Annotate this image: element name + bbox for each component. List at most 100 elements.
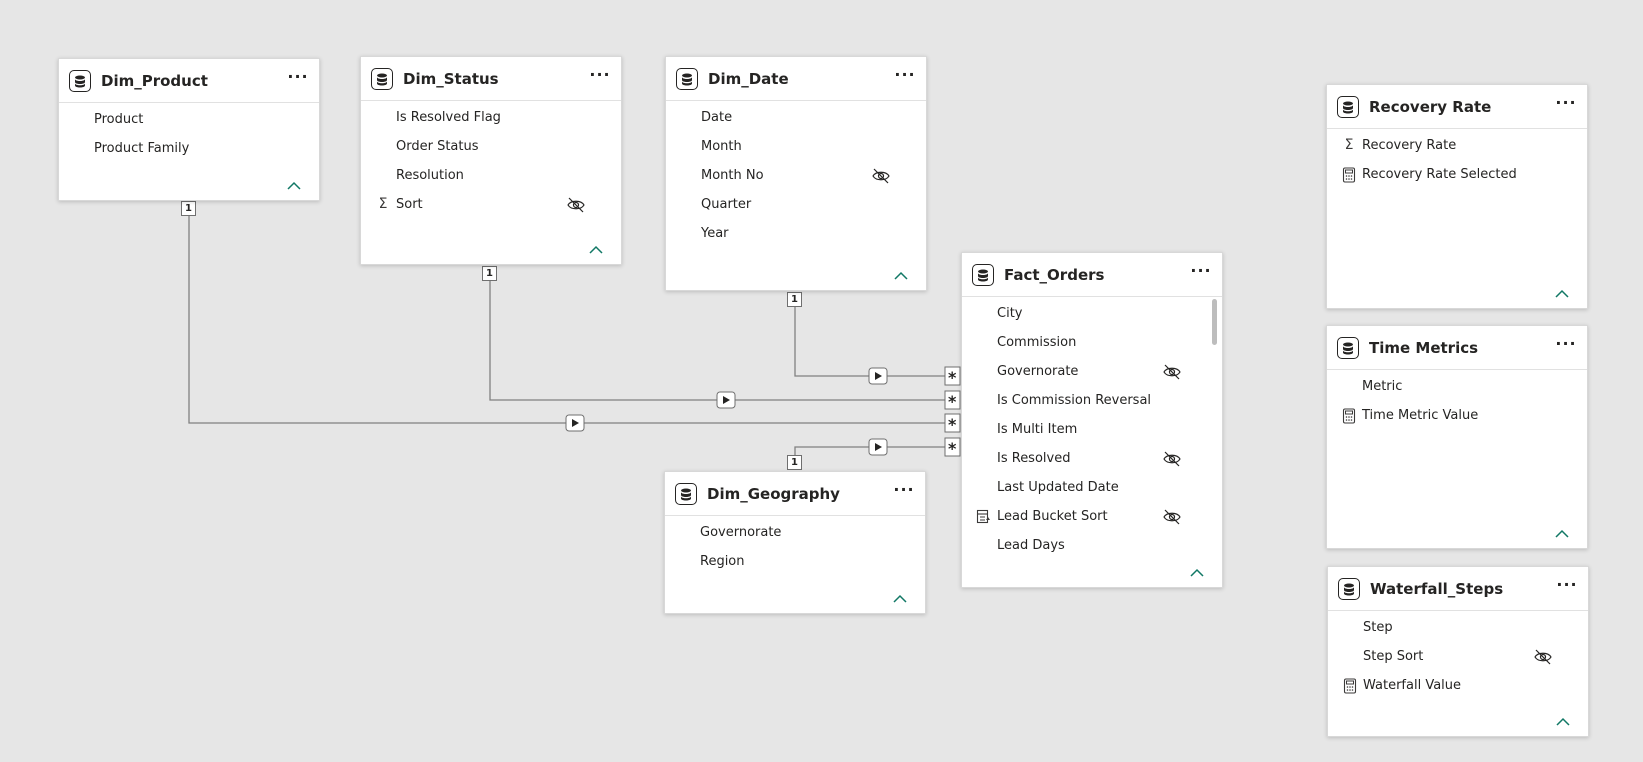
field-row[interactable]: Date	[666, 103, 926, 132]
eye-hidden-icon[interactable]	[1162, 364, 1182, 380]
scrollbar[interactable]	[1212, 299, 1217, 345]
chevron-up-icon[interactable]	[1190, 568, 1204, 578]
table-card-header[interactable]: Fact_Orders ···	[962, 253, 1222, 297]
sigma-icon: Σ	[378, 196, 388, 212]
field-label: Date	[701, 110, 733, 125]
field-row[interactable]: Last Updated Date	[962, 473, 1222, 502]
field-row[interactable]: Is Multi Item	[962, 415, 1222, 444]
eye-hidden-icon[interactable]	[566, 197, 586, 213]
table-card-header[interactable]: Dim_Product ···	[59, 59, 319, 103]
chevron-up-icon[interactable]	[589, 245, 603, 255]
table-title: Fact_Orders	[1004, 266, 1105, 284]
cross-filter-arrow-icon	[565, 414, 585, 432]
eye-hidden-icon[interactable]	[871, 168, 891, 184]
table-card-dim-geography[interactable]: Dim_Geography ··· Governorate Region	[664, 471, 926, 614]
field-row[interactable]: Quarter	[666, 190, 926, 219]
table-icon	[371, 68, 393, 90]
table-card-header[interactable]: Recovery Rate ···	[1327, 85, 1587, 129]
chevron-up-icon[interactable]	[1555, 529, 1569, 539]
table-icon	[69, 70, 91, 92]
chevron-up-icon[interactable]	[1555, 289, 1569, 299]
more-options-icon[interactable]: ···	[892, 65, 918, 89]
table-card-time-metrics[interactable]: Time Metrics ··· Metric Time Metric Valu…	[1326, 325, 1588, 549]
table-card-recovery-rate[interactable]: Recovery Rate ··· Σ Recovery Rate Recove…	[1326, 84, 1588, 309]
field-row[interactable]: Is Resolved Flag	[361, 103, 621, 132]
calculator-icon	[1342, 167, 1356, 183]
table-card-dim-status[interactable]: Dim_Status ··· Is Resolved Flag Order St…	[360, 56, 622, 265]
field-row[interactable]: Order Status	[361, 132, 621, 161]
field-label: Recovery Rate Selected	[1362, 167, 1517, 182]
field-row[interactable]: Product Family	[59, 134, 319, 163]
field-row[interactable]: Governorate	[665, 518, 925, 547]
table-card-header[interactable]: Dim_Geography ···	[665, 472, 925, 516]
svg-text:*: *	[948, 368, 957, 387]
table-card-header[interactable]: Dim_Status ···	[361, 57, 621, 101]
table-card-dim-date[interactable]: Dim_Date ··· Date Month Month No Quarter…	[665, 56, 927, 291]
field-row[interactable]: Recovery Rate Selected	[1327, 160, 1587, 189]
more-options-icon[interactable]: ···	[285, 67, 311, 91]
field-label: Step	[1363, 620, 1393, 635]
eye-hidden-icon[interactable]	[1162, 451, 1182, 467]
field-row[interactable]: Resolution	[361, 161, 621, 190]
field-row[interactable]: Year	[666, 219, 926, 248]
field-row[interactable]: Month No	[666, 161, 926, 190]
table-card-dim-product[interactable]: Dim_Product ··· Product Product Family	[58, 58, 320, 201]
field-row[interactable]: Is Commission Reversal	[962, 386, 1222, 415]
field-row[interactable]: Commission	[962, 328, 1222, 357]
table-card-waterfall-steps[interactable]: Waterfall_Steps ··· Step Step Sort Water…	[1327, 566, 1589, 737]
table-card-header[interactable]: Dim_Date ···	[666, 57, 926, 101]
more-options-icon[interactable]: ···	[891, 480, 917, 504]
field-row[interactable]: Is Resolved	[962, 444, 1222, 473]
field-row[interactable]: Waterfall Value	[1328, 671, 1588, 700]
field-label: Is Multi Item	[997, 422, 1078, 437]
table-title: Waterfall_Steps	[1370, 580, 1504, 598]
field-row[interactable]: Σ Sort	[361, 190, 621, 219]
chevron-up-icon[interactable]	[894, 271, 908, 281]
eye-hidden-icon[interactable]	[1533, 649, 1553, 665]
table-title: Dim_Geography	[707, 485, 840, 503]
field-row[interactable]: Lead Days	[962, 531, 1222, 560]
field-row[interactable]: Σ Recovery Rate	[1327, 131, 1587, 160]
field-label: Lead Bucket Sort	[997, 509, 1108, 524]
more-options-icon[interactable]: ···	[1553, 93, 1579, 117]
field-row[interactable]: City	[962, 299, 1222, 328]
field-label: Time Metric Value	[1362, 408, 1479, 423]
field-row[interactable]: Step Sort	[1328, 642, 1588, 671]
field-label: Governorate	[997, 364, 1079, 379]
more-options-icon[interactable]: ···	[1554, 575, 1580, 599]
field-row[interactable]: Governorate	[962, 357, 1222, 386]
more-options-icon[interactable]: ···	[587, 65, 613, 89]
field-label: Month No	[701, 168, 764, 183]
cross-filter-arrow-icon	[868, 438, 888, 456]
table-icon	[676, 68, 698, 90]
table-icon	[675, 483, 697, 505]
field-label: Region	[700, 554, 745, 569]
field-row[interactable]: Region	[665, 547, 925, 576]
relationship-line-dim-date	[794, 307, 950, 377]
field-row[interactable]: Metric	[1327, 372, 1587, 401]
more-options-icon[interactable]: ···	[1553, 334, 1579, 358]
table-title: Recovery Rate	[1369, 98, 1492, 116]
field-row[interactable]: Time Metric Value	[1327, 401, 1587, 430]
table-card-fact-orders[interactable]: Fact_Orders ··· City Commission Governor…	[961, 252, 1223, 588]
table-card-header[interactable]: Time Metrics ···	[1327, 326, 1587, 370]
field-row[interactable]: Month	[666, 132, 926, 161]
more-options-icon[interactable]: ···	[1188, 261, 1214, 285]
table-card-header[interactable]: Waterfall_Steps ···	[1328, 567, 1588, 611]
chevron-up-icon[interactable]	[287, 181, 301, 191]
field-label: Sort	[396, 197, 423, 212]
field-label: Is Resolved	[997, 451, 1071, 466]
field-label: Step Sort	[1363, 649, 1424, 664]
sigma-icon: Σ	[1344, 137, 1354, 153]
table-title: Time Metrics	[1369, 339, 1479, 357]
field-row[interactable]: Product	[59, 105, 319, 134]
table-icon	[1337, 96, 1359, 118]
field-row[interactable]: Lead Bucket Sort	[962, 502, 1222, 531]
table-icon	[1338, 578, 1360, 600]
table-icon	[972, 264, 994, 286]
field-row[interactable]: Step	[1328, 613, 1588, 642]
chevron-up-icon[interactable]	[893, 594, 907, 604]
model-diagram-canvas[interactable]: * * * * 1 1 1 1 Dim_Product ··· Product …	[0, 0, 1643, 762]
chevron-up-icon[interactable]	[1556, 717, 1570, 727]
eye-hidden-icon[interactable]	[1162, 509, 1182, 525]
